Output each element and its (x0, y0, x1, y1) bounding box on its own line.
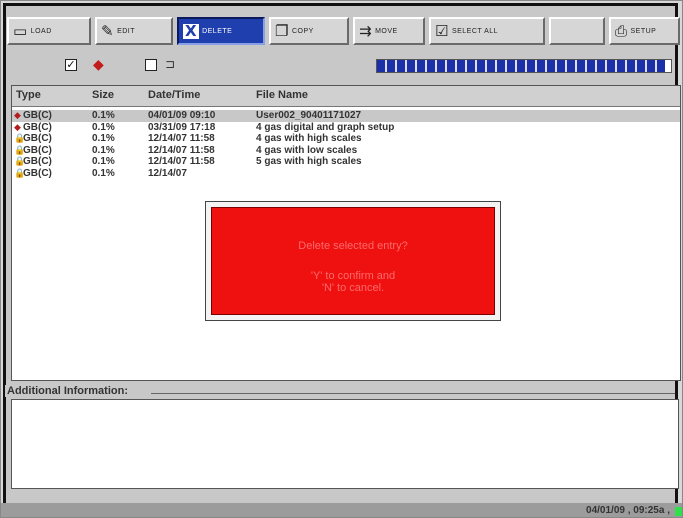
cell-datetime: 12/14/07 (148, 167, 187, 179)
lock-icon: 🔒 (14, 145, 26, 156)
delete-button[interactable]: X DELETE (177, 17, 265, 45)
cell-datetime: 12/14/07 11:58 (148, 156, 215, 167)
delete-icon: X (183, 21, 200, 40)
diamond-icon: ◆ (93, 57, 104, 73)
cell-size: 0.1% (92, 121, 115, 133)
edit-button-label: EDIT (117, 27, 136, 35)
column-header-filename[interactable]: File Name (256, 89, 308, 101)
dialog-message: Delete selected entry? (298, 240, 408, 252)
cell-filename: User002_90401171027 (256, 110, 362, 121)
cell-datetime: 03/31/09 17:18 (148, 121, 216, 133)
printer-icon: ⎙ (615, 21, 628, 40)
diamond-icon: ◆ (14, 122, 21, 133)
select-all-button-label: SELECT ALL (451, 27, 499, 35)
copy-button-label: COPY (291, 27, 314, 35)
info-divider (151, 393, 675, 394)
folder-icon: ▭ (13, 21, 28, 40)
dialog-confirm-hint: 'Y' to confirm and (310, 270, 396, 282)
cell-size: 0.1% (92, 167, 115, 179)
copy-icon: ❐ (275, 21, 289, 40)
cell-filename: 5 gas with high scales (256, 156, 362, 167)
options-row: ✓ ◆ ⊐ (7, 55, 679, 79)
cell-filename: 4 gas with high scales (256, 133, 362, 144)
application-window: ▭ LOAD ✎ EDIT X DELETE ❐ COPY ⇉ MOVE ☑ S… (0, 0, 683, 518)
connector-icon: ⊐ (165, 57, 176, 71)
cell-filename: 4 gas digital and graph setup (256, 121, 395, 133)
status-bar: 04/01/09 , 09:25a , (1, 503, 682, 517)
edit-icon: ✎ (101, 21, 115, 40)
status-datetime: 04/01/09 , 09:25a , (586, 505, 670, 516)
select-all-button[interactable]: ☑ SELECT ALL (429, 17, 545, 45)
cell-size: 0.1% (92, 156, 115, 167)
lock-icon: 🔒 (14, 168, 26, 179)
column-header-size[interactable]: Size (92, 89, 114, 101)
load-button[interactable]: ▭ LOAD (7, 17, 91, 45)
progress-fill (377, 60, 666, 72)
lock-icon: 🔒 (14, 157, 26, 167)
table-row[interactable]: ◆ GB(C) 0.1% 03/31/09 17:18 4 gas digital an… (12, 122, 680, 134)
cell-datetime: 12/14/07 11:58 (148, 133, 215, 144)
file-rows: ◆ GB(C) 0.1% 04/01/09 09:10 User002_90401171… (12, 110, 680, 179)
cell-datetime: 12/14/07 11:58 (148, 144, 215, 156)
table-row[interactable]: 🔒GB(C) 0.1% 12/14/07 11:58 4 gas with low s… (12, 145, 680, 157)
cell-size: 0.1% (92, 110, 115, 121)
blank-button[interactable] (549, 17, 605, 45)
info-title: Additional Information: (5, 385, 130, 397)
table-row[interactable]: 🔒GB(C) 0.1% 12/14/07 (12, 168, 680, 180)
cell-type: 🔒GB(C) (14, 156, 52, 167)
setup-button[interactable]: ⎙ SETUP (609, 17, 680, 45)
checkbox-2[interactable] (145, 59, 157, 71)
cell-type: 🔒GB(C) (14, 133, 52, 144)
move-button-label: MOVE (375, 27, 398, 35)
dialog-body: Delete selected entry? 'Y' to confirm an… (211, 207, 495, 315)
status-led (675, 507, 682, 516)
toolbar: ▭ LOAD ✎ EDIT X DELETE ❐ COPY ⇉ MOVE ☑ S… (7, 17, 682, 47)
cell-size: 0.1% (92, 133, 115, 144)
cell-type: 🔒GB(C) (14, 144, 52, 156)
delete-confirm-dialog[interactable]: Delete selected entry? 'Y' to confirm an… (205, 201, 501, 321)
load-button-label: LOAD (30, 27, 52, 35)
move-button[interactable]: ⇉ MOVE (353, 17, 425, 45)
table-row[interactable]: 🔒GB(C) 0.1% 12/14/07 11:58 5 gas with high … (12, 156, 680, 168)
edit-button[interactable]: ✎ EDIT (95, 17, 173, 45)
delete-button-label: DELETE (202, 27, 233, 35)
column-header-datetime[interactable]: Date/Time (148, 89, 200, 101)
setup-button-label: SETUP (630, 27, 657, 35)
cell-type: 🔒GB(C) (14, 167, 52, 179)
checkbox-1[interactable]: ✓ (65, 59, 77, 71)
column-header-type[interactable]: Type (16, 89, 41, 101)
table-row[interactable]: 🔒GB(C) 0.1% 12/14/07 11:58 4 gas with high … (12, 133, 680, 145)
lock-icon: 🔒 (14, 134, 26, 144)
info-box (11, 399, 679, 489)
cell-filename: 4 gas with low scales (256, 144, 358, 156)
progress-bar (376, 59, 672, 73)
move-icon: ⇉ (359, 21, 373, 40)
cell-type: ◆ GB(C) (14, 110, 52, 121)
select-all-icon: ☑ (435, 21, 449, 40)
copy-button[interactable]: ❐ COPY (269, 17, 349, 45)
diamond-icon: ◆ (14, 111, 21, 121)
dialog-cancel-hint: 'N' to cancel. (321, 282, 385, 294)
cell-type: ◆ GB(C) (14, 121, 52, 133)
cell-datetime: 04/01/09 09:10 (148, 110, 216, 121)
table-row[interactable]: ◆ GB(C) 0.1% 04/01/09 09:10 User002_90401171… (12, 110, 680, 122)
cell-size: 0.1% (92, 144, 115, 156)
file-list-header: Type Size Date/Time File Name (12, 86, 680, 107)
